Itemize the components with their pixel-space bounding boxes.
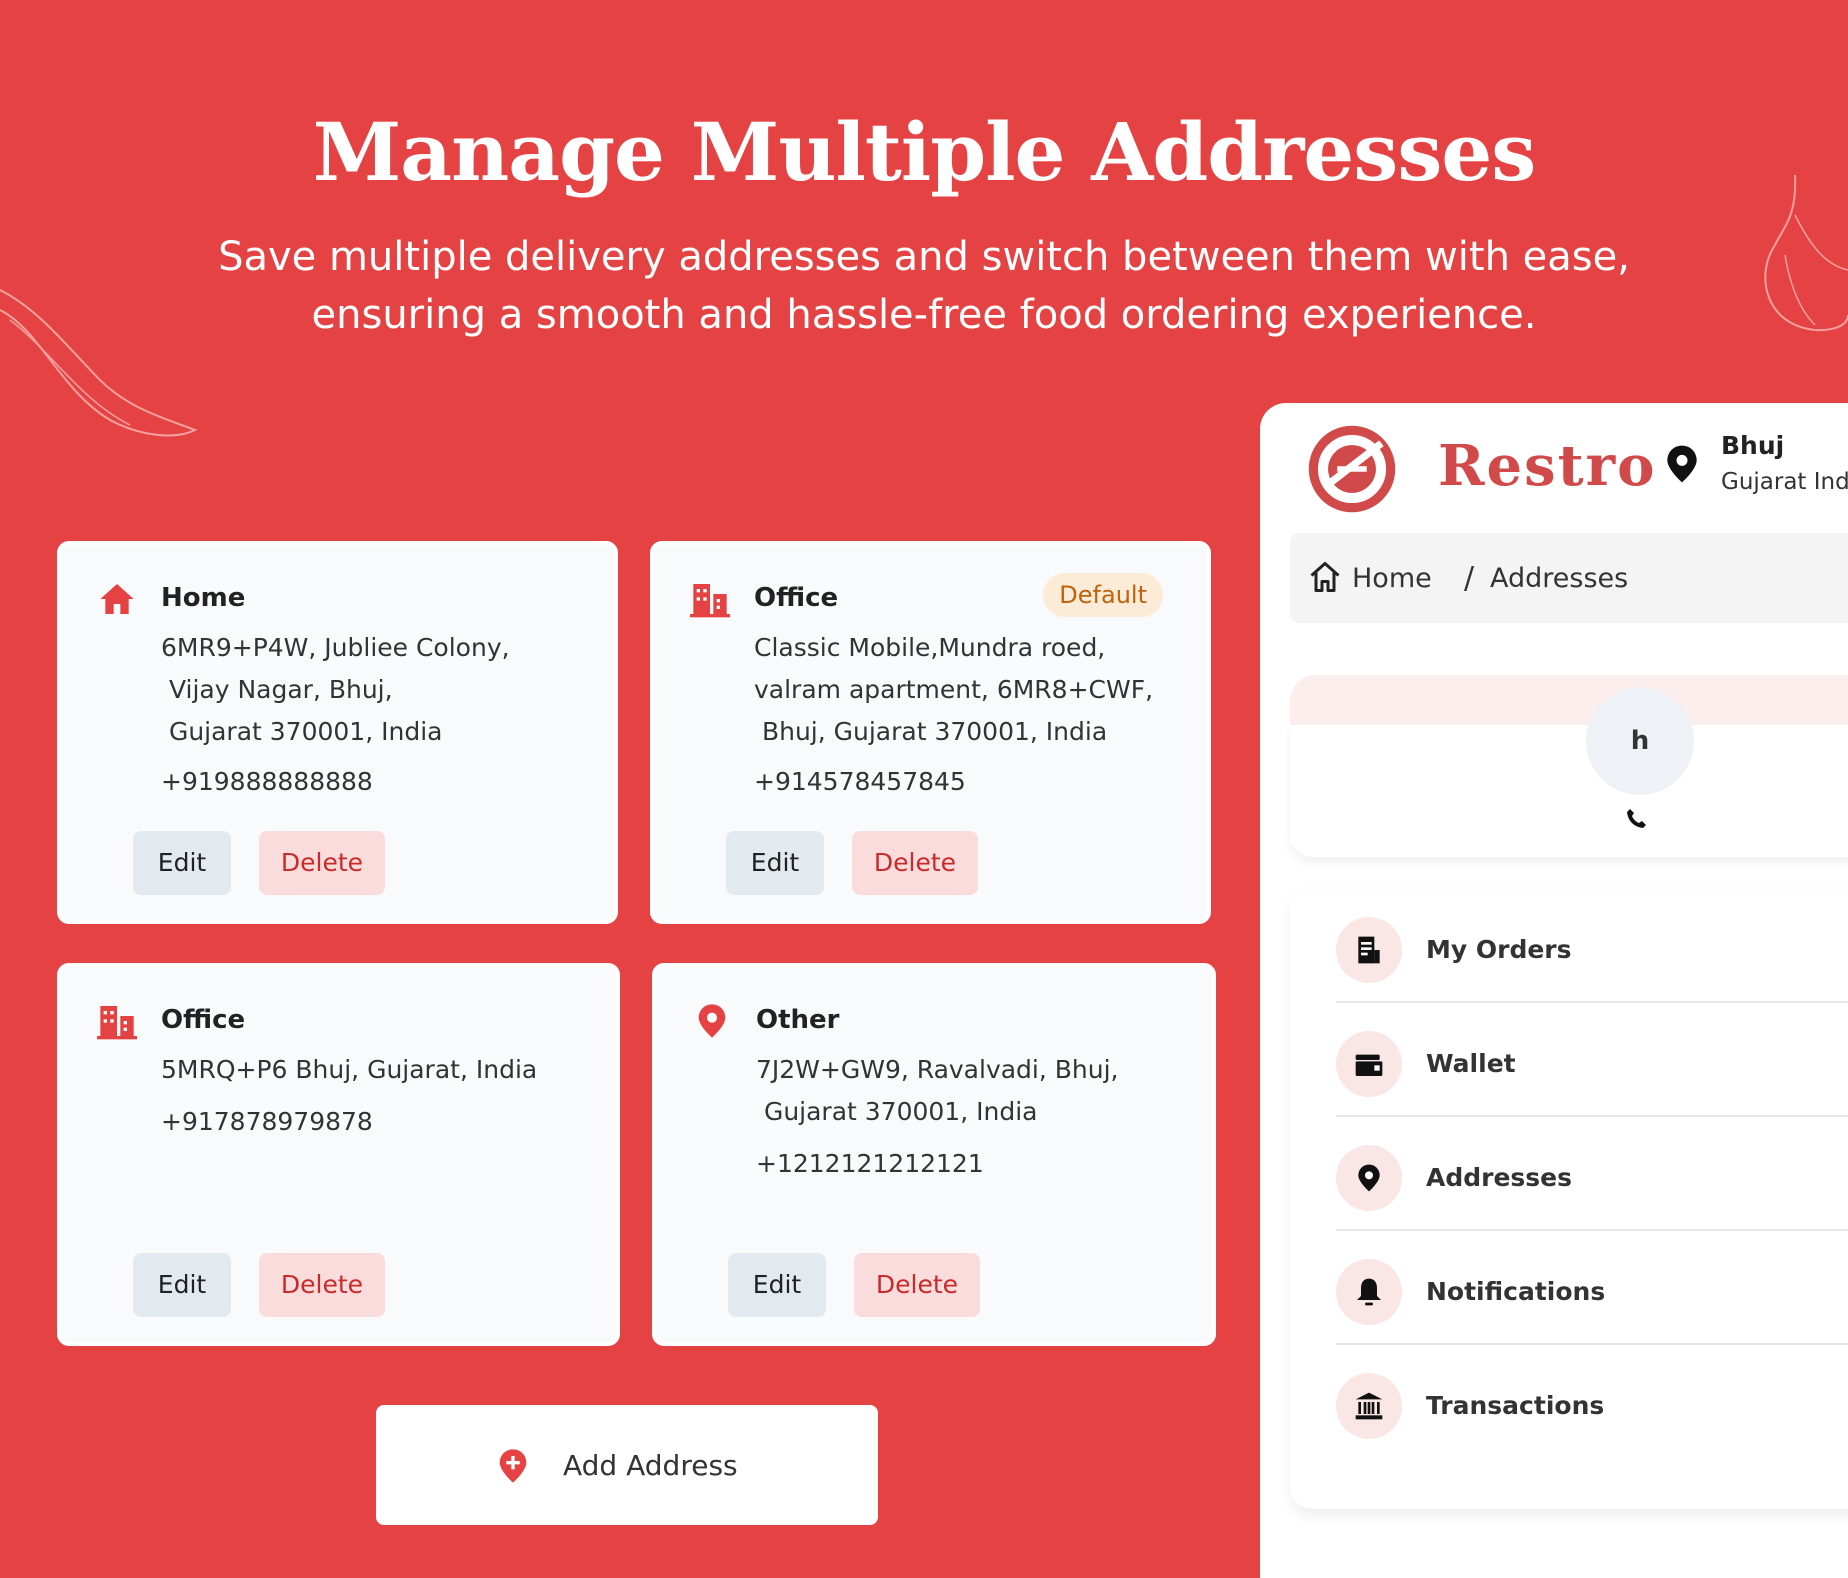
- edit-button[interactable]: Edit: [133, 1253, 231, 1317]
- menu-item-my-orders[interactable]: My Orders: [1336, 889, 1848, 1003]
- delete-button[interactable]: Delete: [852, 831, 978, 895]
- hero-subtitle-line-1: Save multiple delivery addresses and swi…: [218, 234, 1630, 280]
- location-pin-icon[interactable]: [1660, 439, 1704, 489]
- bell-icon: [1357, 1278, 1381, 1306]
- address-phone: +1212121212121: [756, 1149, 984, 1178]
- breadcrumb: Home / Addresses: [1290, 533, 1848, 623]
- address-lines: 6MR9+P4W, Jubliee Colony, Vijay Nagar, B…: [161, 633, 510, 746]
- address-phone: +917878979878: [161, 1107, 373, 1136]
- menu-icon-wrap: [1336, 917, 1402, 983]
- avatar: h: [1586, 687, 1694, 795]
- menu-item-label: My Orders: [1426, 935, 1572, 964]
- edit-button[interactable]: Edit: [728, 1253, 826, 1317]
- breadcrumb-home-link[interactable]: Home: [1352, 563, 1432, 594]
- address-card-home: Home 6MR9+P4W, Jubliee Colony, Vijay Nag…: [57, 541, 618, 924]
- menu-icon-wrap: [1336, 1031, 1402, 1097]
- home-outline-icon[interactable]: [1306, 559, 1344, 595]
- address-card-office-default: Office Default Classic Mobile,Mundra roe…: [650, 541, 1211, 924]
- address-label: Home: [161, 583, 246, 613]
- menu-item-addresses[interactable]: Addresses: [1336, 1117, 1848, 1231]
- delete-button[interactable]: Delete: [259, 831, 385, 895]
- menu-icon-wrap: [1336, 1259, 1402, 1325]
- breadcrumb-current: Addresses: [1490, 563, 1629, 594]
- brand-name: Restro: [1438, 433, 1657, 499]
- chili-sketch-decoration: [0, 289, 198, 437]
- menu-item-notifications[interactable]: Notifications: [1336, 1231, 1848, 1345]
- location-pin-icon: [698, 1004, 726, 1038]
- edit-button[interactable]: Edit: [726, 831, 824, 895]
- add-address-button[interactable]: Add Address: [376, 1405, 878, 1525]
- bank-icon: [1355, 1392, 1383, 1420]
- menu-item-wallet[interactable]: Wallet: [1336, 1003, 1848, 1117]
- menu-item-label: Transactions: [1426, 1391, 1605, 1420]
- orders-icon: [1358, 936, 1380, 964]
- garlic-sketch-decoration: [1764, 175, 1848, 332]
- delete-button[interactable]: Delete: [854, 1253, 980, 1317]
- delete-button[interactable]: Delete: [259, 1253, 385, 1317]
- edit-button[interactable]: Edit: [133, 831, 231, 895]
- address-lines: Classic Mobile,Mundra roed, valram apart…: [754, 633, 1154, 746]
- wallet-icon: [1355, 1054, 1383, 1076]
- hero-title: Manage Multiple Addresses: [312, 105, 1537, 199]
- account-menu: My Orders Wallet Addresses Notifications…: [1290, 889, 1848, 1509]
- location-region: Gujarat India: [1721, 469, 1848, 495]
- location-pin-icon: [1358, 1164, 1380, 1192]
- menu-item-transactions[interactable]: Transactions: [1336, 1345, 1848, 1459]
- office-building-icon: [97, 1006, 137, 1040]
- address-label: Office: [754, 583, 839, 613]
- app-preview-panel: Restro Bhuj Gujarat India Home / Address…: [1260, 403, 1848, 1578]
- add-address-label: Add Address: [563, 1449, 738, 1482]
- default-badge: Default: [1043, 573, 1163, 617]
- address-card-other: Other 7J2W+GW9, Ravalvadi, Bhuj, Gujarat…: [652, 963, 1216, 1346]
- add-location-icon: [499, 1449, 527, 1483]
- profile-card: [1290, 725, 1848, 857]
- address-lines: 5MRQ+P6 Bhuj, Gujarat, India: [161, 1055, 538, 1084]
- menu-item-label: Addresses: [1426, 1163, 1573, 1192]
- address-phone: +914578457845: [754, 767, 966, 796]
- office-building-icon: [690, 584, 730, 618]
- address-card-office: Office 5MRQ+P6 Bhuj, Gujarat, India +917…: [57, 963, 620, 1346]
- restro-logo-icon: [1308, 425, 1396, 513]
- breadcrumb-separator: /: [1464, 561, 1475, 596]
- profile-header-band: [1290, 675, 1848, 725]
- menu-item-label: Wallet: [1426, 1049, 1516, 1078]
- menu-item-label: Notifications: [1426, 1277, 1606, 1306]
- hero-subtitle-line-2: ensuring a smooth and hassle-free food o…: [311, 292, 1537, 338]
- menu-icon-wrap: [1336, 1373, 1402, 1439]
- address-label: Office: [161, 1005, 246, 1035]
- address-label: Other: [756, 1005, 840, 1035]
- address-phone: +919888888888: [161, 767, 373, 796]
- location-city[interactable]: Bhuj: [1721, 431, 1784, 460]
- phone-icon: [1627, 809, 1646, 828]
- hero-subtitle: Save multiple delivery addresses and swi…: [190, 228, 1658, 344]
- address-lines: 7J2W+GW9, Ravalvadi, Bhuj, Gujarat 37000…: [756, 1055, 1119, 1126]
- menu-icon-wrap: [1336, 1145, 1402, 1211]
- home-icon: [100, 584, 134, 614]
